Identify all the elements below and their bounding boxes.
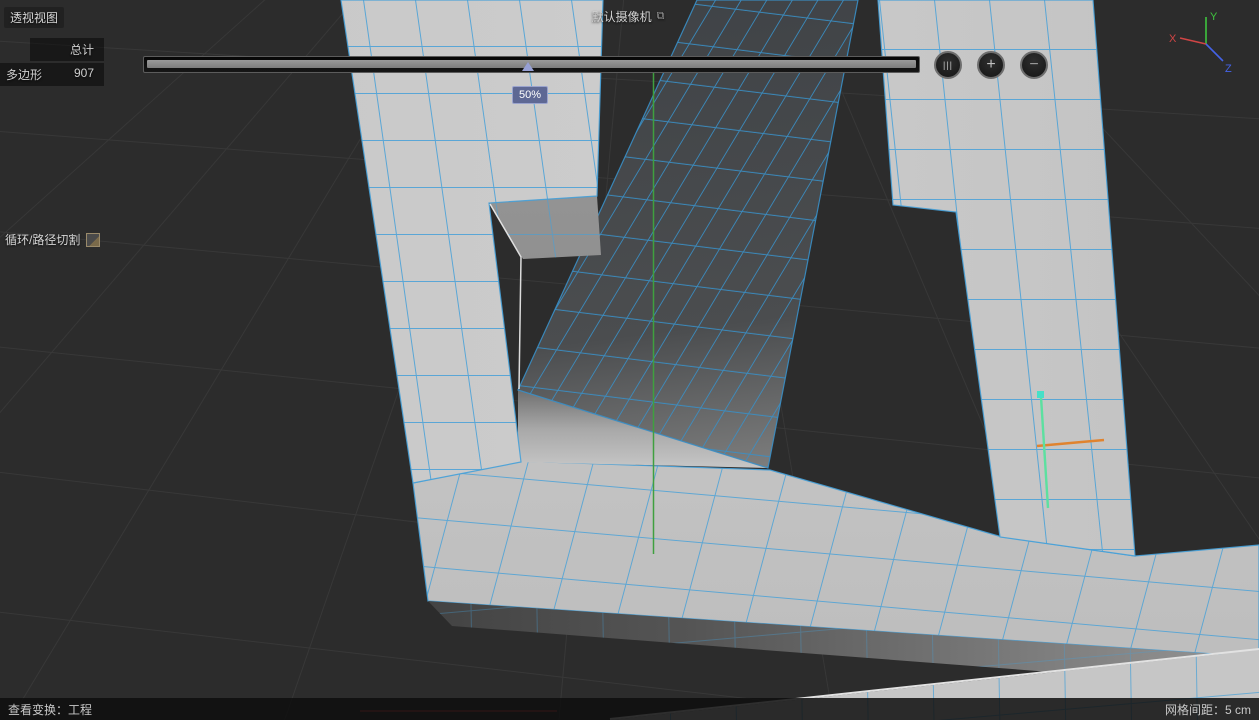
polygon-stats-hud: 总计 多边形 907	[0, 38, 104, 88]
status-transform-label: 查看变换：工程	[8, 702, 93, 717]
gizmo-z-label: Z	[1225, 63, 1232, 75]
camera-label[interactable]: 默认摄像机	[592, 8, 652, 25]
stats-header: 总计	[30, 38, 104, 61]
tool-name-label: 循环/路径切割	[5, 233, 81, 247]
viewport-3d[interactable]	[0, 0, 1259, 720]
gizmo-z-axis	[1205, 43, 1224, 62]
cut-offset-tooltip: 50%	[512, 86, 549, 104]
cut-offset-slider-handle[interactable]	[522, 62, 534, 71]
gizmo-x-axis	[1179, 37, 1207, 45]
active-tool: 循环/路径切割	[5, 231, 101, 248]
camera-menu-icon[interactable]: ⧉	[657, 11, 665, 22]
stats-polygons-label: 多边形	[6, 68, 43, 82]
vertex-handle-cyan[interactable]	[1037, 391, 1044, 398]
stats-polygons-value: 907	[73, 66, 94, 80]
gizmo-y-label: Y	[1210, 11, 1218, 23]
loop-cut-icon[interactable]	[86, 232, 101, 247]
status-bar: 查看变换：工程 网格间距：5 cm	[0, 698, 1259, 720]
remove-cut-button[interactable]: −	[1020, 51, 1048, 79]
axis-gizmo: Y X Z	[1169, 11, 1232, 75]
add-cut-button[interactable]: +	[977, 51, 1005, 79]
status-grid-spacing-label: 网格间距：5 cm	[1164, 702, 1251, 717]
camera-menu[interactable]: 默认摄像机 ⧉	[592, 8, 665, 25]
gizmo-x-label: X	[1169, 33, 1177, 45]
view-label[interactable]: 透视视图	[4, 7, 65, 28]
cut-segments-button[interactable]: |||	[934, 51, 962, 79]
stats-polygons-row: 多边形 907	[0, 63, 104, 86]
